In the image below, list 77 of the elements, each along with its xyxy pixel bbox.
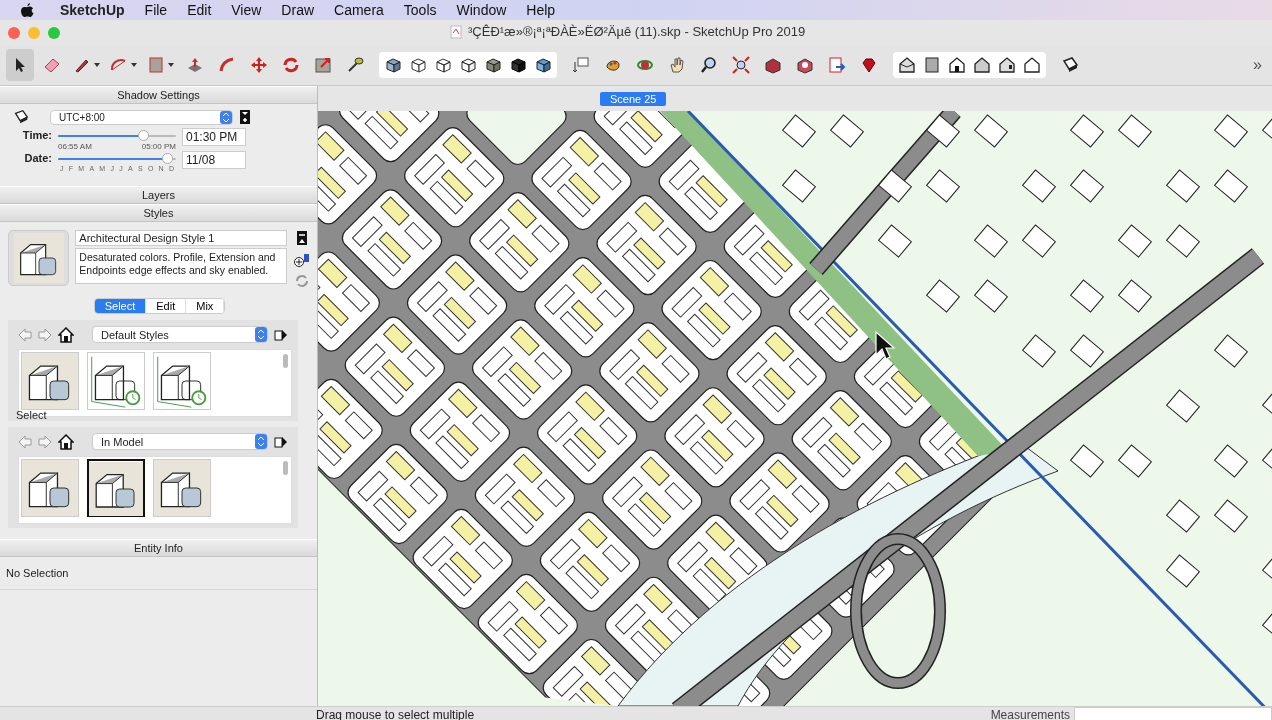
update-style-icon[interactable]: [296, 230, 308, 246]
timezone-dropdown[interactable]: UTC+8:00: [50, 109, 233, 125]
style-name-field[interactable]: Architectural Design Style 1: [75, 230, 287, 246]
back-arrow-icon[interactable]: [18, 327, 32, 342]
back-arrow-icon[interactable]: [18, 434, 32, 449]
expand-icon[interactable]: [239, 109, 251, 125]
time-field[interactable]: 01:30 PM: [182, 128, 246, 146]
menu-item[interactable]: View: [221, 2, 272, 18]
create-style-icon[interactable]: [293, 252, 311, 268]
date-slider[interactable]: [58, 153, 176, 165]
stepper-icon: [255, 327, 267, 342]
menu-item[interactable]: Edit: [177, 2, 222, 18]
tray-header[interactable]: Shadow Settings: [0, 86, 317, 104]
text-label-icon: [571, 55, 591, 75]
tray-header[interactable]: Styles: [0, 204, 317, 222]
shadow-icon: [1060, 55, 1080, 75]
entity-info-text: No Selection: [0, 557, 317, 590]
style-drawing: [89, 461, 143, 517]
menu-item[interactable]: Draw: [271, 2, 325, 18]
scene-tab[interactable]: Scene 25: [600, 91, 667, 106]
apple-logo-icon[interactable]: [20, 2, 34, 18]
menu-item[interactable]: Window: [446, 2, 517, 18]
time-slider[interactable]: [58, 130, 176, 142]
tick-label: 06:55 AM: [58, 142, 92, 151]
slider-thumb[interactable]: [161, 153, 173, 164]
style-drawing: [22, 460, 78, 516]
export-icon: [827, 55, 847, 75]
tray-header[interactable]: Entity Info: [0, 539, 317, 557]
slider-thumb[interactable]: [138, 130, 150, 141]
menu-item[interactable]: Tools: [393, 2, 447, 18]
stepper-icon: [255, 434, 267, 449]
tool-button[interactable]: [6, 49, 34, 81]
collection-dropdown[interactable]: In Model: [92, 433, 268, 450]
scale-icon: [313, 55, 333, 75]
measurements-label: Measurements: [990, 707, 1070, 720]
tooltip-text: Select: [16, 409, 47, 421]
menu-item[interactable]: Help: [516, 2, 566, 18]
app-menu[interactable]: SketchUp: [48, 2, 135, 18]
style-thumbnail[interactable]: [87, 459, 145, 517]
move-arrows-icon: [249, 55, 269, 75]
caret-icon: [93, 61, 101, 69]
scrollbar-thumb[interactable]: [283, 354, 288, 368]
zoom-extents-icon: [731, 55, 751, 75]
window-title: ³ÇÊÐ¹æ»®¡ª¡ªÐÀÈ»ËØ²Äµê (11).skp - SketchUp Pro 2019: [468, 24, 806, 39]
stepper-icon: [220, 110, 232, 124]
scrollbar-thumb[interactable]: [283, 461, 288, 475]
tab[interactable]: Select: [94, 299, 147, 313]
style-description-field[interactable]: Desaturated colors. Profile, Extension and Endpoints edge effects and sky enabled.: [75, 248, 287, 284]
tick-label: 05:00 PM: [141, 142, 176, 151]
overflow-button[interactable]: »: [1249, 56, 1266, 74]
date-field[interactable]: 11/08: [182, 151, 246, 169]
rectangle-icon: [146, 55, 166, 75]
mouse-pointer-icon: [874, 331, 896, 361]
style-drawing: [13, 233, 64, 283]
rotate-arrows-icon: [281, 55, 301, 75]
home-icon[interactable]: [58, 326, 74, 343]
square-icon: [922, 55, 942, 75]
document-icon: [450, 24, 462, 39]
field-label: Time:: [21, 128, 52, 141]
hand-icon: [667, 55, 687, 75]
style-drawing: [154, 460, 210, 516]
forward-arrow-icon[interactable]: [38, 434, 52, 449]
details-arrow-icon[interactable]: [274, 327, 288, 342]
tray-header[interactable]: Layers: [0, 186, 317, 204]
caret-icon: [167, 61, 175, 69]
menu-item[interactable]: File: [134, 2, 178, 18]
style-drawing: [22, 353, 78, 409]
forward-arrow-icon[interactable]: [38, 327, 52, 342]
details-arrow-icon[interactable]: [274, 434, 288, 449]
home-icon[interactable]: [58, 433, 74, 450]
shadow-icon: [12, 108, 30, 126]
caret-icon: [130, 61, 138, 69]
collection-dropdown[interactable]: Default Styles: [92, 326, 268, 343]
magnifier-icon: [699, 55, 719, 75]
measurements-field[interactable]: [1074, 707, 1272, 720]
menu-item[interactable]: Camera: [324, 2, 394, 18]
field-label: Date:: [23, 151, 52, 164]
